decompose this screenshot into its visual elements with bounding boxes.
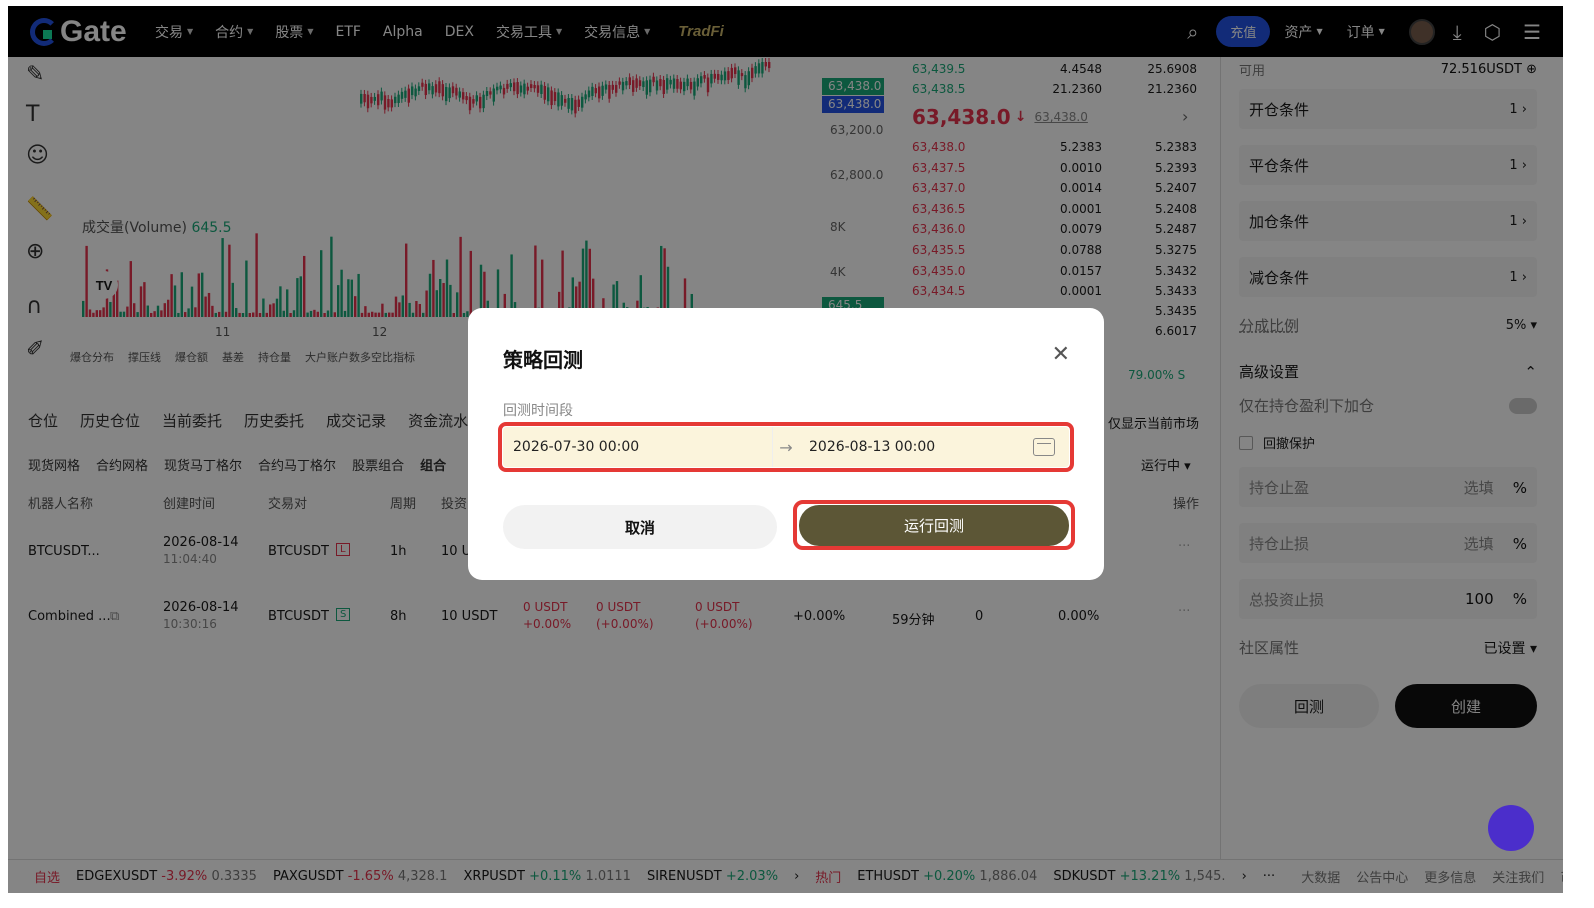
chat-support-icon[interactable]: [1488, 805, 1534, 851]
arrow-right-icon: →: [779, 437, 793, 457]
end-date-input[interactable]: 2026-08-13 00:00: [799, 427, 1069, 467]
run-backtest-button[interactable]: 运行回测: [799, 505, 1069, 546]
app-frame: ✎ T ☺ 📏 ⊕ ∩ ✐ 成交量(Volume) 645.5 11 12 TV…: [8, 6, 1563, 893]
period-label: 回测时间段: [503, 403, 573, 419]
close-icon[interactable]: ✕: [1052, 342, 1070, 367]
start-date-input[interactable]: 2026-07-30 00:00: [503, 427, 773, 467]
dialog-title: 策略回测: [503, 348, 583, 372]
backtest-dialog: 策略回测 ✕ 回测时间段 2026-07-30 00:00 → 2026-08-…: [468, 308, 1104, 580]
cancel-button[interactable]: 取消: [503, 505, 777, 549]
date-range-picker[interactable]: 2026-07-30 00:00 → 2026-08-13 00:00: [503, 427, 1069, 467]
calendar-icon[interactable]: [1033, 438, 1055, 456]
